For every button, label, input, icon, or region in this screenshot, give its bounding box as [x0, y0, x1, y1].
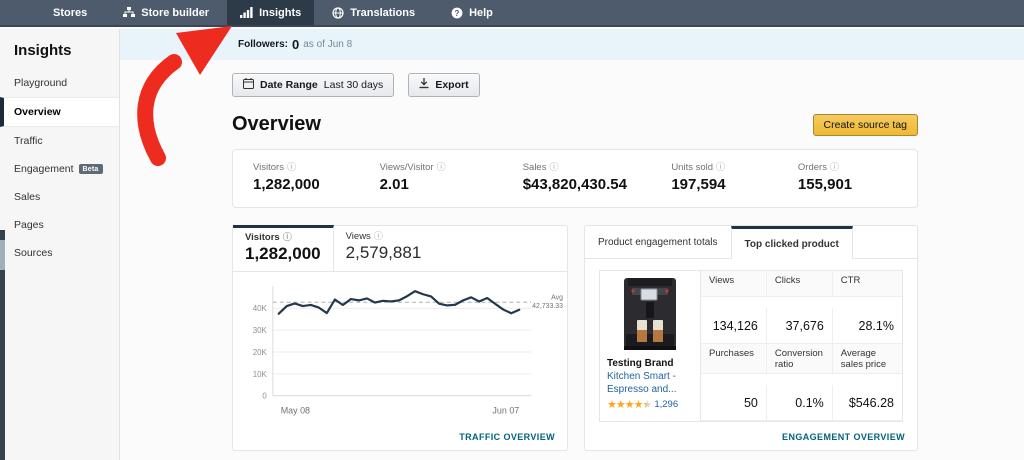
visitors-tab-value: 1,282,000	[245, 244, 321, 263]
date-range-button[interactable]: Date Range Last 30 days	[232, 73, 395, 97]
rating-count-link[interactable]: 1,296	[654, 399, 678, 410]
info-icon[interactable]: ⓘ	[549, 163, 558, 172]
product-metrics-table: Views Clicks CTR 134,126 37,676 28.1% Pu…	[700, 270, 903, 422]
sidebar: Insights Playground Overview Traffic Eng…	[0, 29, 120, 460]
metric-value-ctr: 28.1%	[832, 308, 902, 344]
svg-text:Jun 07: Jun 07	[492, 406, 519, 416]
sidebar-item-traffic[interactable]: Traffic	[0, 127, 119, 155]
stat-value: 155,901	[797, 176, 853, 193]
nav-item-store-builder[interactable]: Store builder	[105, 0, 227, 25]
metric-value-conversion: 0.1%	[766, 385, 833, 421]
tab-visitors[interactable]: Visitors ⓘ 1,282,000	[233, 225, 334, 271]
svg-text:?: ?	[455, 8, 460, 17]
summary-stats-card: Visitors ⓘ 1,282,000 Views/Visitor ⓘ 2.01 …	[232, 149, 918, 208]
top-nav: Stores Store builder Insights Translatio…	[0, 0, 1024, 27]
main-area: Date Range Last 30 days Export Overview …	[120, 60, 1024, 460]
page-title: Overview	[232, 113, 321, 135]
stat-orders: Orders ⓘ 155,901	[798, 162, 897, 193]
metric-header-views: Views	[701, 271, 767, 297]
nav-item-translations[interactable]: Translations	[314, 0, 433, 25]
stat-value: 2.01	[379, 176, 409, 193]
metric-header-avg-price: Average sales price	[832, 344, 902, 374]
sidebar-item-playground[interactable]: Playground	[0, 69, 119, 97]
stat-sales: Sales ⓘ $43,820,430.54	[523, 162, 672, 193]
stat-value: $43,820,430.54	[522, 176, 627, 193]
nav-item-label: Help	[469, 6, 493, 19]
nav-item-stores[interactable]: Stores	[35, 0, 105, 25]
info-icon[interactable]: ⓘ	[283, 233, 292, 242]
nav-item-help[interactable]: ? Help	[433, 0, 511, 25]
nav-item-insights[interactable]: Insights	[227, 0, 315, 25]
metric-value-clicks: 37,676	[766, 308, 833, 344]
metric-header-clicks: Clicks	[766, 271, 833, 297]
create-source-tag-button[interactable]: Create source tag	[812, 113, 918, 136]
help-icon: ?	[451, 7, 463, 19]
metric-value-avg-price: $546.28	[832, 385, 902, 421]
date-range-label: Date Range	[260, 79, 318, 91]
followers-bar: Followers: 0 as of Jun 8	[120, 29, 1024, 60]
metric-header-conversion: Conversion ratio	[766, 344, 833, 374]
star-rating-icon[interactable]: ★★★★★	[607, 398, 652, 411]
svg-text:10K: 10K	[253, 370, 268, 379]
engagement-card: Product engagement totals Top clicked pr…	[584, 225, 918, 451]
metric-value-views: 134,126	[701, 308, 767, 344]
sidebar-item-sources[interactable]: Sources	[0, 239, 119, 267]
tab-product-engagement-totals[interactable]: Product engagement totals	[585, 226, 731, 258]
metric-value-purchases: 50	[701, 385, 767, 421]
info-icon[interactable]: ⓘ	[374, 232, 383, 241]
product-brand: Testing Brand	[607, 358, 674, 369]
svg-text:42,733.33: 42,733.33	[532, 303, 563, 310]
info-icon[interactable]: ⓘ	[287, 163, 296, 172]
stat-units-sold: Units sold ⓘ 197,594	[671, 162, 798, 193]
nav-item-label: Store builder	[141, 6, 210, 19]
sidebar-title: Insights	[14, 42, 72, 59]
metric-header-ctr: CTR	[832, 271, 902, 297]
toolbar: Date Range Last 30 days Export	[232, 73, 918, 97]
product-summary: Testing Brand Kitchen Smart - Espresso a…	[599, 270, 700, 422]
followers-value: 0	[292, 37, 300, 52]
left-scrollbar-thumb[interactable]	[0, 240, 5, 270]
calendar-icon	[243, 78, 254, 92]
tab-views[interactable]: Views ⓘ 2,579,881	[334, 226, 434, 271]
info-icon[interactable]: ⓘ	[830, 163, 839, 172]
svg-text:40K: 40K	[253, 304, 268, 313]
stat-value: 1,282,000	[253, 176, 320, 193]
stat-views-visitor: Views/Visitor ⓘ 2.01	[380, 162, 523, 193]
traffic-overview-link[interactable]: TRAFFIC OVERVIEW	[459, 432, 555, 442]
views-tab-value: 2,579,881	[345, 243, 422, 262]
info-icon[interactable]: ⓘ	[716, 163, 725, 172]
svg-text:May 08: May 08	[281, 406, 310, 416]
svg-text:0: 0	[262, 392, 267, 401]
product-image[interactable]	[608, 276, 692, 352]
traffic-card: Visitors ⓘ 1,282,000 Views ⓘ 2,579,881 0 10…	[232, 225, 568, 451]
metric-header-purchases: Purchases	[701, 344, 767, 374]
sidebar-item-overview[interactable]: Overview	[0, 97, 119, 127]
globe-icon	[332, 6, 344, 19]
date-range-value: Last 30 days	[323, 79, 384, 91]
svg-text:Avg: Avg	[551, 294, 563, 301]
beta-badge: Beta	[78, 164, 103, 174]
nav-item-label: Translations	[350, 6, 416, 19]
nav-item-label: Insights	[259, 6, 302, 19]
followers-label: Followers:	[238, 39, 289, 50]
bar-chart-icon	[240, 7, 253, 18]
nav-item-label: Stores	[53, 6, 88, 19]
product-title-link[interactable]: Kitchen Smart - Espresso and...	[607, 371, 693, 396]
export-button[interactable]: Export	[408, 73, 480, 97]
stat-value: 197,594	[671, 176, 726, 193]
sidebar-item-engagement[interactable]: Engagement Beta	[0, 155, 119, 183]
info-icon[interactable]: ⓘ	[437, 163, 446, 172]
download-icon	[419, 78, 429, 92]
export-label: Export	[435, 79, 469, 91]
followers-as-of: as of Jun 8	[303, 39, 353, 50]
svg-text:20K: 20K	[253, 348, 268, 357]
engagement-overview-link[interactable]: ENGAGEMENT OVERVIEW	[782, 432, 905, 442]
sidebar-item-pages[interactable]: Pages	[0, 211, 119, 239]
sidebar-item-sales[interactable]: Sales	[0, 183, 119, 211]
tab-top-clicked-product[interactable]: Top clicked product	[730, 226, 853, 259]
stat-visitors: Visitors ⓘ 1,282,000	[253, 162, 380, 193]
svg-text:30K: 30K	[253, 326, 268, 335]
sitemap-icon	[123, 7, 136, 18]
traffic-chart: 0 10K 20K 30K 40K Avg 42,733.33 May 08 Jun 07	[253, 286, 563, 416]
